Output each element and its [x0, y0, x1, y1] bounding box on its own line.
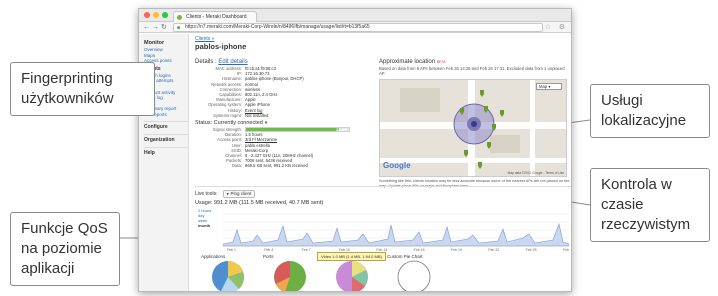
ping-icon: ▸	[226, 191, 230, 196]
usage-date-tick: Feb 25	[526, 248, 537, 252]
detail-key: Systems mgmt:	[213, 112, 242, 118]
client-details: Details : Edit details MAC address: f0:cb…	[195, 58, 367, 169]
address-bar-url: https://n7.meraki.com/Meraki-Corp-Wirele…	[185, 24, 370, 30]
signal-strength-bar: 33 dB	[245, 127, 350, 133]
location-map[interactable]: Map ▾ Google Map data ©2012 Google - Ter…	[379, 79, 567, 177]
pie-charts-row: Applications Ports Content Custom Pie Ch…	[201, 254, 571, 292]
forward-arrow-icon[interactable]: →	[152, 23, 159, 32]
signal-strength-value: 33 dB	[336, 127, 347, 133]
browser-tab-title: Clients - Meraki Dashboard	[186, 14, 247, 20]
pie-label-applications: Applications	[201, 254, 226, 259]
window-controls	[144, 12, 168, 18]
map-type-value: Map	[539, 84, 548, 89]
browser-tab[interactable]: Clients - Meraki Dashboard	[173, 11, 257, 22]
edit-details-link[interactable]: Edit details	[218, 59, 247, 65]
usage-title: Usage: 991.2 MB (111.5 MB received, 40.7…	[195, 200, 324, 206]
live-tools: Live tools: ▸ Ping client	[195, 186, 571, 198]
main-content: Clients » pablos-iphone Details : Edit d…	[195, 36, 571, 291]
lock-icon: ■	[177, 25, 181, 31]
custom-pie[interactable]	[397, 260, 431, 292]
browser-toolbar: ← → ↻ ■ https://n7.meraki.com/Meraki-Cor…	[139, 22, 571, 33]
callout-realtime: Kontrola w czasie rzeczywistym	[590, 168, 710, 242]
map-type-select[interactable]: Map ▾	[536, 83, 562, 90]
annotated-screenshot: Clients - Meraki Dashboard ← → ↻ ■ https…	[0, 0, 718, 296]
google-logo: Google	[383, 161, 411, 170]
usage-panel: Usage: 991.2 MB (111.5 MB received, 40.7…	[195, 200, 571, 252]
usage-range-month[interactable]: month	[198, 223, 220, 228]
pie-tooltip: Video 1.0 MB (1.4 MB, 1.94.0 MB)	[317, 252, 386, 261]
ping-client-label: Ping client	[230, 191, 252, 196]
usage-date-tick: Feb 22	[488, 248, 499, 252]
ports-pie[interactable]	[273, 260, 307, 292]
content-pie[interactable]	[335, 260, 369, 292]
usage-date-tick: Feb 4	[563, 248, 569, 252]
details-list: MAC address: f0:cb:a1:f9:08:c3 IP: 172.16.3…	[195, 66, 367, 118]
connection-row: Data: 669.5 KB sent, 991.2 KB received	[195, 163, 367, 168]
page-title: pablos-iphone	[195, 42, 247, 51]
close-window-icon[interactable]	[144, 12, 150, 18]
ping-client-button[interactable]: ▸ Ping client	[222, 190, 256, 198]
pie-label-custom: Custom Pie Chart	[387, 254, 423, 259]
sidebar-section-monitor[interactable]: Monitor	[144, 39, 188, 47]
bookmark-star-icon[interactable]: ☆	[545, 23, 551, 32]
location-panel: Approximate location BETA Based on data …	[379, 58, 571, 189]
callout-fingerprinting: Fingerprinting użytkowników	[10, 62, 155, 116]
location-header: Approximate location BETA	[379, 58, 571, 66]
minimize-window-icon[interactable]	[153, 12, 159, 18]
status-label: Status: Currently connected	[195, 120, 263, 127]
usage-range-options: 2 hours day week month	[198, 208, 220, 228]
usage-date-tick: Feb 1	[227, 248, 236, 252]
status-header: Status: Currently connected ●	[195, 120, 367, 127]
meraki-favicon-icon	[177, 15, 182, 20]
callout-location: Usługi lokalizacyjne	[590, 84, 710, 138]
details-header: Details : Edit details	[195, 58, 367, 66]
usage-date-tick: Feb 4	[264, 248, 273, 252]
connection-key: Data:	[231, 163, 242, 169]
browser-titlebar: Clients - Meraki Dashboard	[139, 9, 571, 22]
reload-icon[interactable]: ↻	[161, 23, 167, 32]
address-bar[interactable]: ■ https://n7.meraki.com/Meraki-Corp-Wire…	[173, 23, 543, 32]
usage-date-tick: Feb 16	[414, 248, 425, 252]
beta-badge: BETA	[436, 60, 446, 64]
detail-value: Not Installed	[245, 112, 269, 118]
usage-date-tick: Feb 19	[451, 248, 462, 252]
location-title: Approximate location	[379, 59, 436, 65]
live-tools-label: Live tools:	[195, 191, 218, 197]
details-label: Details :	[195, 59, 217, 65]
detail-row: Systems mgmt: Not Installed	[195, 113, 367, 118]
pie-label-ports: Ports	[263, 254, 274, 259]
connection-list: Duration: 1.5 hours Access point: 3rd Fl Me…	[195, 132, 367, 168]
connection-value: 669.5 KB sent, 991.2 KB received	[245, 163, 308, 169]
signal-strength-fill	[246, 128, 339, 132]
sidebar-section-organization[interactable]: Organization	[144, 133, 188, 144]
usage-date-tick: Feb 7	[302, 248, 311, 252]
wrench-menu-icon[interactable]: ⚙	[559, 23, 565, 32]
location-description: Based on data from 8 APs between Feb 26 …	[379, 66, 565, 76]
applications-pie[interactable]	[211, 260, 245, 292]
connected-check-icon: ●	[264, 120, 268, 127]
maximize-window-icon[interactable]	[162, 12, 168, 18]
sidebar-section-configure[interactable]: Configure	[144, 120, 188, 131]
back-arrow-icon[interactable]: ←	[143, 23, 150, 32]
map-footer: Map data ©2012 Google - Terms of Use	[507, 171, 564, 175]
usage-graph: Feb 1 Feb 4 Feb 7 Feb 10 Feb 13 Feb 16 Feb 19 F…	[223, 213, 569, 252]
callout-qos: Funkcje QoS na poziomie aplikacji	[10, 212, 120, 286]
sidebar-section-help[interactable]: Help	[144, 146, 188, 157]
browser-window: Clients - Meraki Dashboard ← → ↻ ■ https…	[138, 8, 572, 292]
